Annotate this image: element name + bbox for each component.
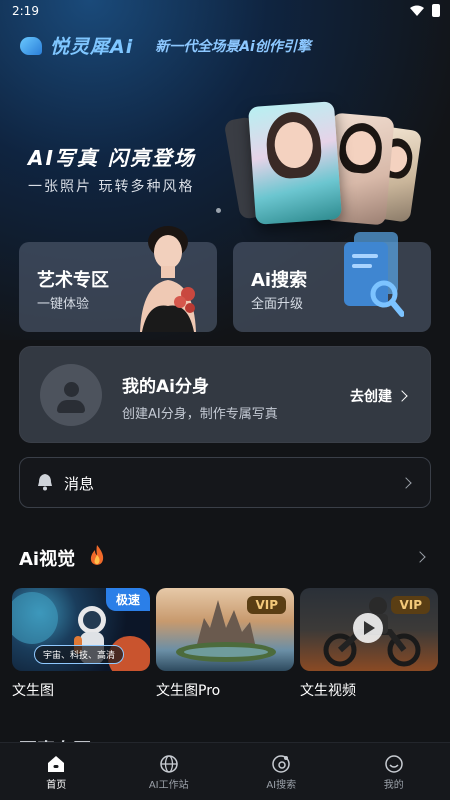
create-avatar-button[interactable]: 去创建 [350, 386, 408, 406]
messages-label: 消息 [64, 475, 95, 493]
bell-icon [38, 474, 52, 491]
text-to-image-pro-label: 文生图Pro [156, 683, 221, 699]
flame-icon [90, 545, 104, 565]
battery-icon [432, 4, 440, 17]
vip-badge: VIP [247, 596, 286, 614]
tab-home[interactable]: 首页 [0, 743, 113, 800]
art-zone-portrait-image [140, 226, 196, 332]
hero-subtitle: 一张照片 玩转多种风格 [28, 179, 195, 195]
ai-search-title: Ai搜索 [251, 270, 308, 291]
search-icon [272, 755, 290, 773]
tab-label: 首页 [46, 780, 67, 791]
ai-search-subtitle: 全面升级 [251, 297, 304, 312]
brand-header: 悦灵犀Ai 新一代全场景Ai创作引擎 [20, 32, 311, 59]
bottom-tab-bar: 首页 AI工作站 AI搜索 我的 [0, 742, 450, 800]
tab-mine[interactable]: 我的 [338, 743, 450, 800]
avatar-title: 我的Ai分身 [122, 377, 209, 397]
tab-ai-workstation[interactable]: AI工作站 [113, 743, 226, 800]
tab-ai-search[interactable]: AI搜索 [225, 743, 338, 800]
brand-name: 悦灵犀Ai [50, 36, 134, 58]
brand-slogan: 新一代全场景Ai创作引擎 [155, 38, 311, 55]
tab-label: AI搜索 [266, 780, 297, 791]
smile-icon [385, 755, 403, 773]
status-bar: 2:19 [0, 0, 450, 22]
hero-title: AI写真 闪亮登场 [28, 146, 196, 170]
avatar-placeholder-icon [40, 364, 102, 426]
text-to-image-thumb[interactable]: 极速 宇宙、科技、高清 [12, 588, 150, 671]
home-icon [48, 756, 65, 772]
style-tag: 宇宙、科技、高清 [34, 645, 125, 664]
tab-label: 我的 [383, 780, 404, 791]
create-avatar-label: 去创建 [350, 389, 392, 405]
tab-label: AI工作站 [148, 780, 189, 791]
ai-avatar-card[interactable]: 我的Ai分身 创建AI分身，制作专属写真 去创建 [19, 346, 431, 443]
fast-badge: 极速 [105, 588, 150, 611]
text-to-video-thumb[interactable]: VIP [300, 588, 438, 671]
chevron-right-icon [396, 390, 408, 402]
messages-row[interactable]: 消息 [19, 457, 431, 508]
avatar-subtitle: 创建AI分身，制作专属写真 [122, 407, 278, 422]
decor-dot [216, 208, 221, 213]
text-to-image-label: 文生图 [12, 683, 54, 699]
play-icon[interactable] [352, 612, 384, 644]
art-zone-subtitle: 一键体验 [37, 297, 90, 312]
brand-logo-icon [20, 36, 42, 55]
section-more-chevron-icon[interactable] [414, 551, 426, 563]
globe-icon [160, 755, 178, 773]
status-time: 2:19 [12, 4, 39, 18]
hero-photo-main [247, 101, 343, 225]
section-title-ai-vision: Ai视觉 [19, 549, 76, 570]
document-search-icon [344, 232, 404, 317]
wifi-icon [410, 5, 424, 16]
vip-badge: VIP [391, 596, 430, 614]
text-to-video-label: 文生视频 [300, 683, 356, 699]
chevron-right-icon [400, 477, 412, 489]
art-zone-title: 艺术专区 [37, 270, 109, 291]
text-to-image-pro-thumb[interactable]: VIP [156, 588, 294, 671]
